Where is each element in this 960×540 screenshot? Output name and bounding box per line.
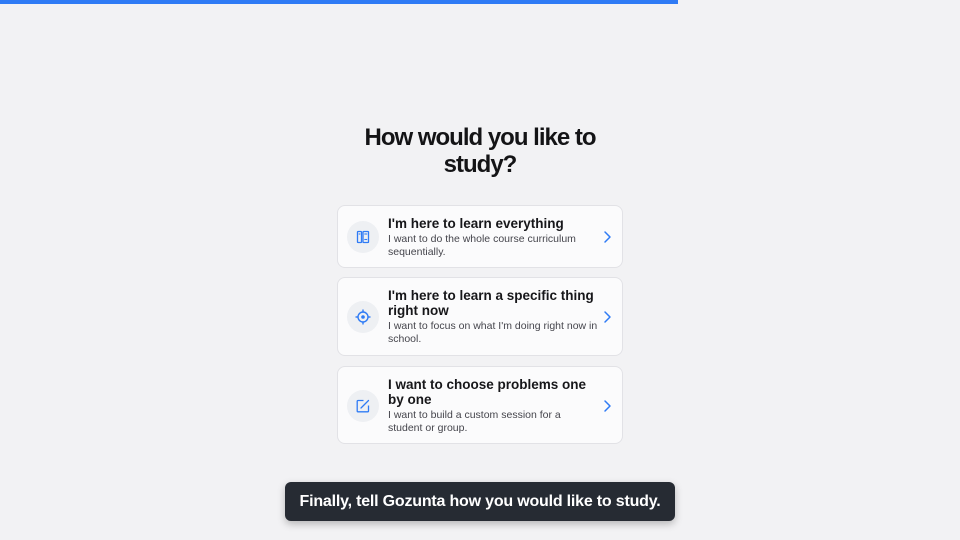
option-learn-specific-thing[interactable]: I'm here to learn a specific thing right… <box>337 277 623 356</box>
chevron-right-icon <box>604 311 611 323</box>
edit-square-icon <box>356 399 370 413</box>
option-icon-container <box>347 301 379 333</box>
book-icon <box>356 230 370 244</box>
instruction-toast: Finally, tell Gozunta how you would like… <box>285 482 675 521</box>
progress-bar <box>0 0 960 4</box>
option-learn-everything[interactable]: I'm here to learn everything I want to d… <box>337 205 623 268</box>
chevron-right-icon <box>604 231 611 243</box>
page-title: How would you like to study? <box>364 124 597 178</box>
option-heading: I'm here to learn a specific thing right… <box>388 288 594 318</box>
chevron-right-icon <box>604 400 611 412</box>
option-choose-problems[interactable]: I want to choose problems one by one I w… <box>337 366 623 444</box>
option-description: I want to do the whole course curriculum… <box>388 233 576 258</box>
option-heading: I want to choose problems one by one <box>388 377 587 407</box>
option-description: I want to build a custom session for a s… <box>388 409 561 434</box>
option-icon-container <box>347 221 379 253</box>
option-heading: I'm here to learn everything <box>388 216 564 231</box>
target-icon <box>355 309 371 325</box>
option-icon-container <box>347 390 379 422</box>
toast-message: Finally, tell Gozunta how you would like… <box>299 492 661 510</box>
progress-bar-fill <box>0 0 678 4</box>
option-description: I want to focus on what I'm doing right … <box>388 320 598 345</box>
